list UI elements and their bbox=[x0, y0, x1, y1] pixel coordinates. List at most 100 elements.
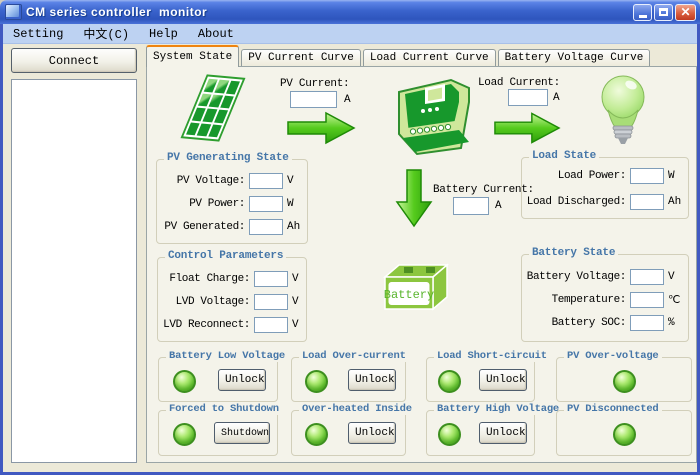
battery-low-voltage-title: Battery Low Voltage bbox=[166, 350, 288, 362]
forced-to-shutdown-shutdown-button[interactable]: Shutdown bbox=[214, 422, 270, 444]
float-charge-input[interactable] bbox=[254, 271, 288, 287]
pv-disconnected-led-icon bbox=[613, 423, 636, 446]
load-short-circuit-led-icon bbox=[438, 370, 461, 393]
window-body: Setting 中文(C) Help About Connect System … bbox=[0, 24, 700, 475]
pv-disconnected-title: PV Disconnected bbox=[564, 403, 662, 415]
menu-language[interactable]: 中文(C) bbox=[73, 24, 139, 43]
title-bar[interactable]: CM series controller monitor ✕ bbox=[0, 0, 700, 24]
close-icon: ✕ bbox=[680, 6, 690, 18]
temperature-input[interactable] bbox=[630, 292, 664, 308]
battery-state-group: Battery State Battery Voltage: V Tempera… bbox=[521, 254, 689, 342]
temperature-label: Temperature: bbox=[526, 294, 626, 306]
pv-generated-label: PV Generated: bbox=[161, 221, 245, 233]
pv-power-unit: W bbox=[287, 198, 294, 210]
load-over-current-led-icon bbox=[305, 370, 328, 393]
pv-current-label: PV Current: bbox=[280, 78, 349, 90]
forced-to-shutdown-title: Forced to Shutdown bbox=[166, 403, 282, 415]
device-list[interactable] bbox=[11, 79, 137, 463]
forced-to-shutdown-led-icon bbox=[173, 423, 196, 446]
pv-voltage-input[interactable] bbox=[249, 173, 283, 189]
lvd-reconnect-input[interactable] bbox=[254, 317, 288, 333]
load-discharged-input[interactable] bbox=[630, 194, 664, 210]
load-power-label: Load Power: bbox=[526, 170, 626, 182]
lvd-reconnect-unit: V bbox=[292, 319, 299, 331]
pv-power-label: PV Power: bbox=[161, 198, 245, 210]
battery-voltage-unit: V bbox=[668, 271, 675, 283]
pv-current-input[interactable] bbox=[290, 91, 337, 108]
over-heated-inside-unlock-button[interactable]: Unlock bbox=[348, 422, 396, 444]
system-state-panel: PV Current: A Load Cur bbox=[146, 66, 697, 463]
pv-over-voltage-led-icon bbox=[613, 370, 636, 393]
flow-arrow-pv-to-controller-icon bbox=[286, 110, 356, 146]
load-over-current-unlock-button[interactable]: Unlock bbox=[348, 369, 396, 391]
battery-current-label: Battery Current: bbox=[433, 184, 534, 196]
battery-voltage-label: Battery Voltage: bbox=[526, 271, 626, 283]
over-heated-inside-title: Over-heated Inside bbox=[299, 403, 415, 415]
load-over-current-group: Load Over-current Unlock bbox=[291, 357, 406, 402]
load-discharged-unit: Ah bbox=[668, 196, 681, 208]
temperature-unit: ℃ bbox=[668, 293, 680, 307]
menu-about[interactable]: About bbox=[188, 26, 244, 42]
flow-arrow-controller-to-load-icon bbox=[493, 110, 561, 146]
pv-disconnected-group: PV Disconnected bbox=[556, 410, 692, 456]
pv-generating-state-group: PV Generating State PV Voltage: V PV Pow… bbox=[156, 159, 308, 244]
load-power-input[interactable] bbox=[630, 168, 664, 184]
solar-panel-icon bbox=[180, 74, 245, 141]
close-button[interactable]: ✕ bbox=[675, 4, 696, 21]
battery-icon: Battery bbox=[377, 255, 457, 319]
pv-over-voltage-group: PV Over-voltage bbox=[556, 357, 692, 402]
menu-setting[interactable]: Setting bbox=[3, 26, 73, 42]
controller-icon bbox=[389, 72, 477, 156]
app-window: CM series controller monitor ✕ Setting 中… bbox=[0, 0, 700, 475]
tab-pv-current-curve[interactable]: PV Current Curve bbox=[241, 49, 361, 67]
over-heated-inside-led-icon bbox=[305, 423, 328, 446]
battery-current-input[interactable] bbox=[453, 197, 489, 215]
app-icon bbox=[5, 4, 22, 20]
lvd-voltage-label: LVD Voltage: bbox=[162, 296, 250, 308]
control-parameters-title: Control Parameters bbox=[165, 250, 286, 262]
menu-bar: Setting 中文(C) Help About bbox=[3, 24, 697, 44]
lvd-voltage-input[interactable] bbox=[254, 294, 288, 310]
battery-low-voltage-unlock-button[interactable]: Unlock bbox=[218, 369, 266, 391]
flow-arrow-controller-to-battery-icon bbox=[395, 168, 433, 228]
pv-power-input[interactable] bbox=[249, 196, 283, 212]
tab-system-state[interactable]: System State bbox=[146, 45, 239, 67]
tab-battery-voltage-curve[interactable]: Battery Voltage Curve bbox=[498, 49, 651, 67]
battery-low-voltage-led-icon bbox=[173, 370, 196, 393]
minimize-button[interactable] bbox=[633, 4, 652, 21]
load-short-circuit-unlock-button[interactable]: Unlock bbox=[479, 369, 527, 391]
battery-high-voltage-unlock-button[interactable]: Unlock bbox=[479, 422, 527, 444]
pv-current-unit: A bbox=[344, 94, 350, 106]
maximize-icon bbox=[659, 8, 668, 16]
tab-load-current-curve[interactable]: Load Current Curve bbox=[363, 49, 496, 67]
float-charge-label: Float Charge: bbox=[162, 273, 250, 285]
pv-generated-unit: Ah bbox=[287, 221, 300, 233]
battery-high-voltage-title: Battery High Voltage bbox=[434, 403, 562, 415]
load-current-unit: A bbox=[553, 92, 559, 104]
load-current-label: Load Current: bbox=[478, 77, 560, 89]
pv-over-voltage-title: PV Over-voltage bbox=[564, 350, 662, 362]
load-short-circuit-group: Load Short-circuit Unlock bbox=[426, 357, 535, 402]
pv-voltage-unit: V bbox=[287, 175, 294, 187]
pv-voltage-label: PV Voltage: bbox=[161, 175, 245, 187]
battery-high-voltage-group: Battery High Voltage Unlock bbox=[426, 410, 535, 456]
lvd-voltage-unit: V bbox=[292, 296, 299, 308]
battery-soc-input[interactable] bbox=[630, 315, 664, 331]
load-current-input[interactable] bbox=[508, 89, 548, 106]
maximize-button[interactable] bbox=[654, 4, 673, 21]
connect-button[interactable]: Connect bbox=[11, 48, 137, 73]
load-state-group: Load State Load Power: W Load Discharged… bbox=[521, 157, 689, 219]
over-heated-inside-group: Over-heated Inside Unlock bbox=[291, 410, 406, 456]
menu-help[interactable]: Help bbox=[139, 26, 188, 42]
window-controls: ✕ bbox=[633, 4, 696, 21]
pv-generated-input[interactable] bbox=[249, 219, 283, 235]
pv-generating-state-title: PV Generating State bbox=[164, 152, 292, 164]
battery-icon-label: Battery bbox=[384, 288, 434, 302]
window-title: CM series controller monitor bbox=[26, 5, 207, 19]
light-bulb-icon bbox=[597, 72, 649, 146]
lvd-reconnect-label: LVD Reconnect: bbox=[162, 319, 250, 331]
battery-high-voltage-led-icon bbox=[438, 423, 461, 446]
battery-soc-unit: % bbox=[668, 317, 675, 329]
battery-voltage-input[interactable] bbox=[630, 269, 664, 285]
control-parameters-group: Control Parameters Float Charge: V LVD V… bbox=[157, 257, 307, 342]
